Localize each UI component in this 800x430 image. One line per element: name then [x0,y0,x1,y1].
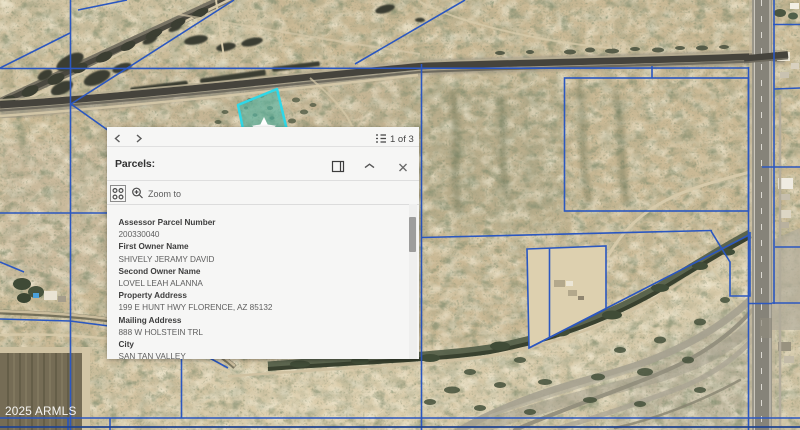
svg-text:Zoom to: Zoom to [148,189,181,199]
